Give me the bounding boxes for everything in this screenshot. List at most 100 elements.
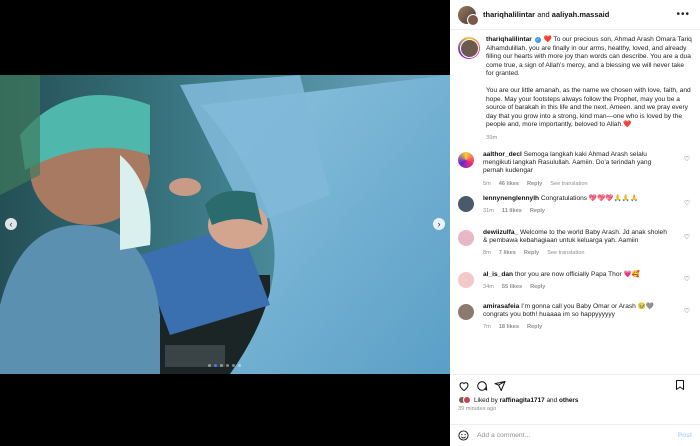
add-comment-bar: Post — [450, 424, 700, 446]
comment-time: 8m — [483, 250, 491, 257]
caption-opening: To our precious son, Ahmad Arash Omara T… — [553, 36, 692, 43]
like-comment-heart-icon[interactable]: ♡ — [684, 233, 690, 241]
comment-username[interactable]: lennynenglennylh — [483, 195, 539, 202]
comment-likes[interactable]: 18 likes — [499, 323, 519, 331]
more-options-icon[interactable]: ••• — [676, 9, 690, 20]
comment-item: lennynenglennylh Congratulations 💖💖💖🙏🙏🙏 … — [458, 195, 692, 229]
caption-time: 39m — [486, 134, 498, 141]
post-authors: thariqhalilintar and aaliyah.massaid — [483, 10, 609, 19]
comment-likes[interactable]: 55 likes — [502, 283, 522, 291]
comment-body: amirasafeia I’m gonna call you Baby Omar… — [483, 303, 673, 337]
caption: thariqhalilintar ✓ ❤️ To our precious so… — [458, 36, 692, 143]
carousel-dot — [208, 364, 211, 367]
reply-button[interactable]: Reply — [527, 323, 542, 331]
comment-meta: 7m 18 likes Reply — [483, 323, 673, 331]
comment-item: dewiizulfa_ Welcome to the world Baby Ar… — [458, 229, 692, 271]
post-photo — [0, 75, 450, 374]
action-icons-row — [458, 379, 692, 393]
comment-bubble-icon[interactable] — [476, 380, 488, 392]
add-comment-input[interactable] — [477, 432, 657, 439]
reply-button[interactable]: Reply — [530, 207, 545, 215]
save-bookmark-icon[interactable] — [674, 379, 686, 391]
comments-scroll-area[interactable]: thariqhalilintar ✓ ❤️ To our precious so… — [450, 30, 700, 374]
author-username[interactable]: thariqhalilintar — [483, 10, 535, 19]
reply-button[interactable]: Reply — [524, 249, 539, 257]
caption-body: thariqhalilintar ✓ ❤️ To our precious so… — [486, 36, 692, 143]
comment-list: aalthor_decl Semoga langkah kaki Ahmad A… — [458, 151, 692, 337]
likes-others-link[interactable]: others — [559, 397, 579, 404]
comment-body: dewiizulfa_ Welcome to the world Baby Ar… — [483, 229, 673, 271]
carousel-dot — [238, 364, 241, 367]
likes-and: and — [546, 396, 558, 404]
red-heart-icon: ❤️ — [543, 36, 552, 43]
commenter-avatar[interactable] — [458, 195, 474, 212]
comment-likes[interactable]: 11 likes — [502, 207, 522, 215]
likes-prefix: Liked by — [474, 396, 498, 404]
comment-meta: 8m 7 likes Reply See translation — [483, 249, 673, 257]
comment-username[interactable]: dewiizulfa_ — [483, 229, 518, 236]
comment-time: 5m — [483, 180, 491, 187]
comment-body: al_is_dan thor you are now officially Pa… — [483, 271, 673, 303]
like-comment-heart-icon[interactable]: ♡ — [684, 199, 690, 207]
comment-item: al_is_dan thor you are now officially Pa… — [458, 271, 692, 303]
post-header: thariqhalilintar and aaliyah.massaid ••• — [450, 0, 700, 30]
comment-item: aalthor_decl Semoga langkah kaki Ahmad A… — [458, 151, 692, 195]
comment-text: Congratulations 💖💖💖🙏🙏🙏 — [540, 194, 639, 202]
caption-first-line: thariqhalilintar ✓ ❤️ To our precious so… — [486, 36, 692, 45]
liker-username[interactable]: raffinagita1717 — [500, 397, 545, 404]
comment-meta: 31m 11 likes Reply — [483, 207, 673, 215]
carousel-dot-active — [214, 364, 217, 367]
comment-username[interactable]: amirasafeia — [483, 303, 519, 310]
comment-meta: 34m 55 likes Reply — [483, 283, 673, 291]
carousel-dot — [226, 364, 229, 367]
comment-time: 34m — [483, 283, 494, 290]
see-translation-link[interactable]: See translation — [550, 180, 587, 188]
instagram-post-dialog: ‹ › thariqhalilintar and aaliyah.massaid… — [0, 0, 700, 446]
comment-likes[interactable]: 46 likes — [499, 180, 519, 188]
previous-photo-button[interactable]: ‹ — [5, 218, 17, 230]
like-comment-heart-icon[interactable]: ♡ — [684, 155, 690, 163]
comment-body: lennynenglennylh Congratulations 💖💖💖🙏🙏🙏 … — [483, 195, 673, 229]
like-heart-icon[interactable] — [458, 380, 470, 392]
like-comment-heart-icon[interactable]: ♡ — [684, 307, 690, 315]
reply-button[interactable]: Reply — [530, 283, 545, 291]
caption-username[interactable]: thariqhalilintar — [486, 36, 532, 43]
commenter-avatar[interactable] — [458, 303, 474, 320]
hospital-photo-illustration — [0, 75, 450, 374]
carousel-dot — [232, 364, 235, 367]
author-connector: and — [537, 10, 550, 19]
comment-username[interactable]: aalthor_decl — [483, 151, 522, 158]
commenter-avatar[interactable] — [458, 229, 474, 246]
comment-time: 31m — [483, 207, 494, 214]
coauthor-username[interactable]: aaliyah.massaid — [552, 10, 610, 19]
caption-paragraph-1: Alhamdulillah, you are finally in our ar… — [486, 44, 691, 78]
share-send-icon[interactable] — [494, 380, 506, 392]
commenter-avatar[interactable] — [458, 151, 474, 168]
comment-time: 7m — [483, 324, 491, 331]
commenter-avatar[interactable] — [458, 271, 474, 288]
liker-avatar — [463, 396, 471, 404]
comment-body: aalthor_decl Semoga langkah kaki Ahmad A… — [483, 151, 673, 195]
carousel-dot — [220, 364, 223, 367]
comment-text: thor you are now officially Papa Thor 💗🥰 — [514, 270, 640, 278]
post-side-panel: thariqhalilintar and aaliyah.massaid •••… — [450, 0, 700, 446]
comment-item: amirasafeia I’m gonna call you Baby Omar… — [458, 303, 692, 337]
comment-username[interactable]: al_is_dan — [483, 271, 513, 278]
emoji-smiley-icon[interactable] — [458, 430, 469, 441]
comment-likes[interactable]: 7 likes — [499, 249, 516, 257]
post-actions: Liked by raffinagita1717 and others 39 m… — [450, 374, 700, 414]
media-pane: ‹ › — [0, 0, 450, 446]
like-comment-heart-icon[interactable]: ♡ — [684, 275, 690, 283]
verified-badge-icon: ✓ — [534, 37, 541, 43]
caption-paragraph-2: You are our little amanah, as the name w… — [486, 86, 691, 129]
caption-avatar[interactable] — [458, 37, 480, 59]
see-translation-link[interactable]: See translation — [547, 249, 584, 257]
reply-button[interactable]: Reply — [527, 180, 542, 188]
next-photo-button[interactable]: › — [433, 218, 445, 230]
author-avatar[interactable] — [458, 5, 479, 26]
carousel-indicator — [208, 364, 241, 367]
post-comment-button[interactable]: Post — [678, 432, 692, 439]
post-timestamp: 39 minutes ago — [458, 406, 497, 412]
comment-meta: 5m 46 likes Reply See translation — [483, 180, 673, 188]
likes-text: Liked by raffinagita1717 and others — [474, 397, 578, 404]
